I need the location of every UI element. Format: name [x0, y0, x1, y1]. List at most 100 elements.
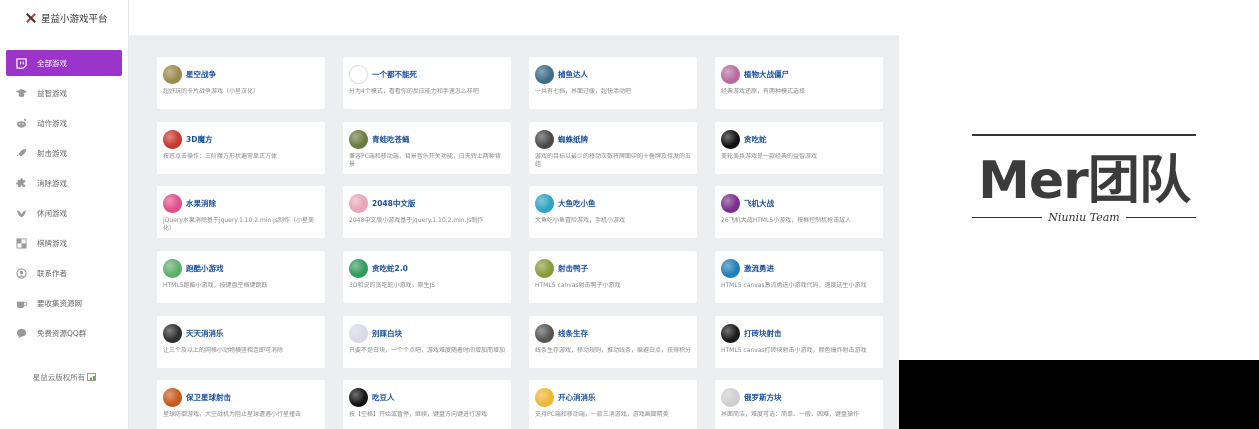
- game-card-header: 开心消消乐: [535, 387, 691, 407]
- game-title[interactable]: 飞机大战: [744, 198, 774, 209]
- game-card[interactable]: 贪吃蛇2.0 3D和说的贪吃蛇小游戏，原生JS: [343, 251, 511, 303]
- game-thumbnail-icon[interactable]: [163, 129, 182, 149]
- game-title[interactable]: 2048中文版: [372, 198, 415, 209]
- game-card[interactable]: 打砖块射击 HTML5 canvas打砖块射击小游戏，颜色爆炸射击游戏: [715, 316, 883, 368]
- sidebar-item-4[interactable]: 消除游戏: [6, 170, 122, 196]
- game-thumbnail-icon[interactable]: [349, 387, 368, 407]
- game-card[interactable]: 植物大战僵尸 经典游戏还原，有两种模式选择: [715, 57, 883, 109]
- sidebar-item-0[interactable]: 全部游戏: [6, 50, 122, 76]
- sidebar-item-9[interactable]: 免费资源QQ群: [6, 320, 122, 346]
- game-title[interactable]: 别踩白块: [372, 328, 402, 339]
- game-thumbnail-icon[interactable]: [721, 193, 740, 213]
- sidebar-item-label: 免费资源QQ群: [37, 328, 87, 338]
- game-title[interactable]: 大鱼吃小鱼: [558, 198, 596, 209]
- game-card[interactable]: 捕鱼达人 一共有七档，界面过缓，超快活动吧: [529, 57, 697, 109]
- game-card[interactable]: 射击鸭子 HTML5 canvas射击鸭子小游戏: [529, 251, 697, 303]
- game-title[interactable]: 植物大战僵尸: [744, 69, 789, 80]
- game-title[interactable]: 保卫星球射击: [186, 392, 231, 403]
- game-thumbnail-icon[interactable]: [721, 129, 740, 149]
- app-logo[interactable]: 星益小游戏平台: [0, 0, 129, 36]
- game-thumbnail-icon[interactable]: [535, 258, 554, 278]
- game-title[interactable]: 捕鱼达人: [558, 69, 588, 80]
- sidebar-item-6[interactable]: 棋牌游戏: [6, 230, 122, 256]
- game-card[interactable]: 激流勇进 HTML5 canvas激流勇进小游戏代码，速度选生小游戏: [715, 251, 883, 303]
- game-title[interactable]: 贪吃蛇2.0: [372, 263, 408, 274]
- sidebar-item-8[interactable]: 要收集资源网: [6, 290, 122, 316]
- game-card[interactable]: 跑酷小游戏 HTML5跑酷小游戏，按键盘空格键跳跃: [157, 251, 325, 303]
- game-card[interactable]: 飞机大战 26飞机大战HTML5小游戏，按框控制机枪击敌人: [715, 186, 883, 238]
- game-card[interactable]: 3D魔方 按惑点击操作：三阶魔方形状遍常显正方体: [157, 122, 325, 174]
- game-thumbnail-icon[interactable]: [535, 129, 554, 149]
- game-description: HTML5 canvas射击鸭子小游戏: [535, 282, 621, 289]
- copyright: 星益云版权所有: [0, 372, 129, 383]
- game-card[interactable]: 吃豆人 按【空格】开始或暂停，继续，键盘方向键进行游戏: [343, 380, 511, 429]
- game-card[interactable]: 别踩白块 只要不是白块，一个个点吧，游戏难度随着时间增加而增加: [343, 316, 511, 368]
- sidebar-item-2[interactable]: 动作游戏: [6, 110, 122, 136]
- game-thumbnail-icon[interactable]: [535, 193, 554, 213]
- game-card[interactable]: 青蛙吃苍蝇 兼容PC端和移动端，背景音乐开关功能，白天转上两种背景: [343, 122, 511, 174]
- game-card[interactable]: 蜘蛛纸牌游戏的目标以最少的移动次数将牌面中的十叠牌及待发的五组: [529, 122, 697, 174]
- game-thumbnail-icon[interactable]: [721, 64, 740, 84]
- game-thumbnail-icon[interactable]: [163, 64, 182, 84]
- brand-panel: Mer团队 Niuniu Team: [899, 0, 1259, 429]
- sidebar-item-7[interactable]: 联系作者: [6, 260, 122, 286]
- game-title[interactable]: 开心消消乐: [558, 392, 596, 403]
- game-thumbnail-icon[interactable]: [349, 193, 368, 213]
- game-thumbnail-icon[interactable]: [535, 323, 554, 343]
- sidebar: 星益小游戏平台 全部游戏益智游戏动作游戏射击游戏消除游戏休闲游戏棋牌游戏联系作者…: [0, 0, 129, 429]
- game-description: 游戏的目标以最少的移动次数将牌面中的十叠牌及待发的五组: [535, 153, 691, 168]
- bird-icon: [15, 207, 27, 219]
- game-title[interactable]: 青蛙吃苍蝇: [372, 134, 410, 145]
- game-title[interactable]: 俄罗斯方块: [744, 392, 782, 403]
- game-thumbnail-icon[interactable]: [535, 64, 554, 84]
- game-title[interactable]: 线条生存: [558, 328, 588, 339]
- chat-icon: [15, 327, 27, 339]
- sidebar-item-5[interactable]: 休闲游戏: [6, 200, 122, 226]
- game-title[interactable]: 天天消消乐: [186, 328, 224, 339]
- game-thumbnail-icon[interactable]: [349, 64, 368, 84]
- game-title[interactable]: 贪吃蛇: [744, 134, 767, 145]
- game-thumbnail-icon[interactable]: [163, 193, 182, 213]
- game-thumbnail-icon[interactable]: [163, 323, 182, 343]
- game-card[interactable]: 开心消消乐 支持PC端和移动端，一款三消游戏，游戏画面精美: [529, 380, 697, 429]
- game-card[interactable]: 贪吃蛇美轮美奂游戏是一款经典的益智游戏: [715, 122, 883, 174]
- game-thumbnail-icon[interactable]: [721, 387, 740, 407]
- game-card-header: 一个都不能死: [349, 64, 505, 84]
- game-thumbnail-icon[interactable]: [721, 323, 740, 343]
- game-card-header: 飞机大战: [721, 193, 877, 213]
- sidebar-item-label: 动作游戏: [37, 118, 67, 128]
- game-description: 星球防御游戏，大空战机为阻止星球遭遇小行星撞击: [163, 411, 302, 418]
- game-title[interactable]: 蜘蛛纸牌: [558, 134, 588, 145]
- game-card[interactable]: 保卫星球射击星球防御游戏，大空战机为阻止星球遭遇小行星撞击: [157, 380, 325, 429]
- game-card[interactable]: 2048中文版 2048中文版小游戏基于jquery.1.10.2.min.js制…: [343, 186, 511, 238]
- game-card[interactable]: 线条生存 线条生存游戏，移动规则，推动线条，躲避白点，获得积分: [529, 316, 697, 368]
- game-title[interactable]: 一个都不能死: [372, 69, 417, 80]
- game-card[interactable]: 星空战争 超好玩的卡片战争游戏（小星汉化）: [157, 57, 325, 109]
- game-title[interactable]: 星空战争: [186, 69, 216, 80]
- game-card[interactable]: 水果消除 jQuery水果消除基于jquery.1.10.2.min.js制作（小…: [157, 186, 325, 238]
- game-thumbnail-icon[interactable]: [349, 129, 368, 149]
- game-thumbnail-icon[interactable]: [349, 258, 368, 278]
- game-title[interactable]: 吃豆人: [372, 392, 395, 403]
- game-card[interactable]: 天天消消乐 让三个及以上的网格小动物横竖相连即可消除: [157, 316, 325, 368]
- game-thumbnail-icon[interactable]: [535, 387, 554, 407]
- sidebar-item-3[interactable]: 射击游戏: [6, 140, 122, 166]
- game-thumbnail-icon[interactable]: [349, 323, 368, 343]
- black-bar: [899, 360, 1259, 429]
- user-icon: [15, 267, 27, 279]
- game-title[interactable]: 3D魔方: [186, 134, 212, 145]
- game-description: 美轮美奂游戏是一款经典的益智游戏: [721, 153, 818, 160]
- game-card-header: 激流勇进: [721, 258, 877, 278]
- game-title[interactable]: 射击鸭子: [558, 263, 588, 274]
- game-thumbnail-icon[interactable]: [163, 387, 182, 407]
- game-title[interactable]: 跑酷小游戏: [186, 263, 224, 274]
- game-title[interactable]: 激流勇进: [744, 263, 774, 274]
- game-card[interactable]: 一个都不能死 分为4个模式，看看你的反应能力和手速怎么样吧: [343, 57, 511, 109]
- sidebar-item-1[interactable]: 益智游戏: [6, 80, 122, 106]
- game-title[interactable]: 水果消除: [186, 198, 216, 209]
- game-thumbnail-icon[interactable]: [721, 258, 740, 278]
- game-title[interactable]: 打砖块射击: [744, 328, 782, 339]
- game-thumbnail-icon[interactable]: [163, 258, 182, 278]
- game-card[interactable]: 大鱼吃小鱼 大鱼吃小鱼冒险游戏，手机小游戏: [529, 186, 697, 238]
- game-card[interactable]: 俄罗斯方块 界面简洁，难度可选：简单、一般、困难，键盘操作: [715, 380, 883, 429]
